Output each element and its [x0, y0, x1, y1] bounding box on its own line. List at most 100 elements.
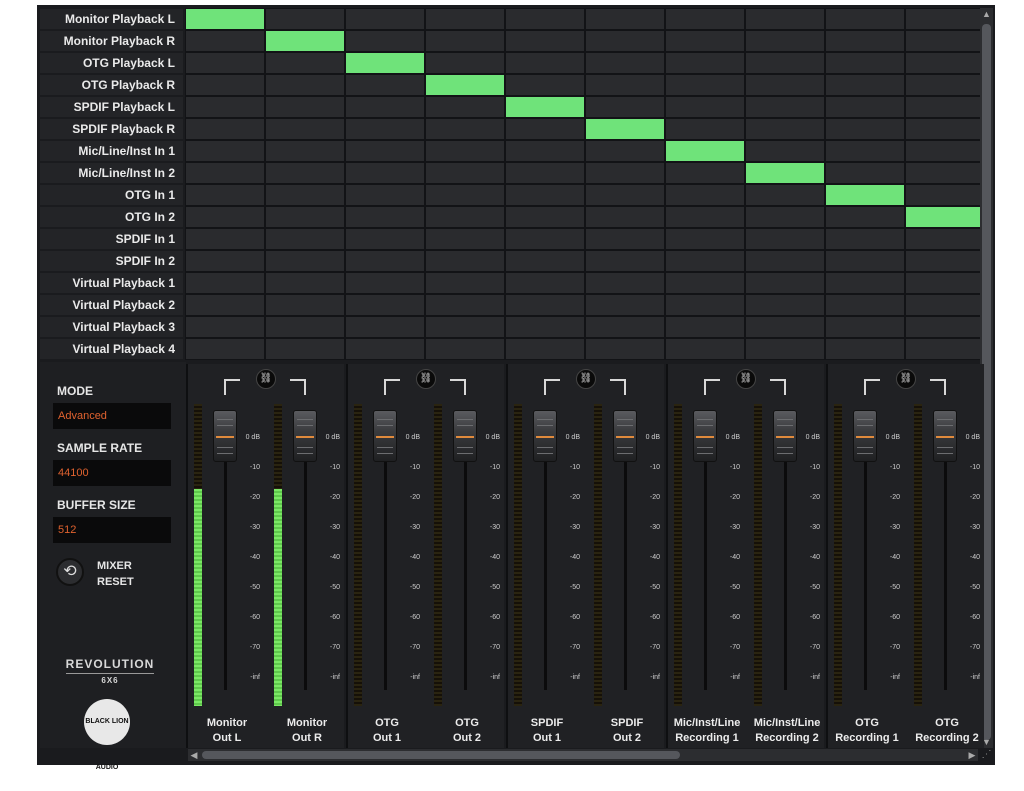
routing-cell[interactable]: [506, 9, 584, 29]
routing-cell[interactable]: [266, 97, 344, 117]
link-icon[interactable]: ⛓: [896, 369, 916, 389]
link-icon[interactable]: ⛓: [576, 369, 596, 389]
routing-cell[interactable]: [506, 273, 584, 293]
routing-cell[interactable]: [666, 295, 744, 315]
routing-cell[interactable]: [186, 339, 264, 359]
routing-cell[interactable]: [586, 141, 664, 161]
routing-cell[interactable]: [346, 9, 424, 29]
resize-grip-icon[interactable]: ⋰: [980, 749, 993, 761]
routing-cell[interactable]: [906, 251, 984, 271]
routing-cell[interactable]: [746, 53, 824, 73]
fader-knob[interactable]: [453, 410, 477, 462]
routing-cell[interactable]: [346, 31, 424, 51]
routing-cell[interactable]: [506, 119, 584, 139]
routing-cell[interactable]: [906, 53, 984, 73]
routing-cell[interactable]: [426, 9, 504, 29]
routing-cell[interactable]: [346, 317, 424, 337]
routing-cell[interactable]: [666, 251, 744, 271]
routing-cell[interactable]: [586, 207, 664, 227]
routing-cell[interactable]: [666, 339, 744, 359]
fader-knob[interactable]: [373, 410, 397, 462]
routing-cell[interactable]: [666, 97, 744, 117]
routing-cell[interactable]: [746, 141, 824, 161]
scroll-right-icon[interactable]: ▶: [966, 749, 978, 761]
routing-cell[interactable]: [426, 251, 504, 271]
routing-cell[interactable]: [666, 31, 744, 51]
sample-rate-select[interactable]: 44100: [53, 460, 171, 486]
routing-cell[interactable]: [586, 97, 664, 117]
routing-cell[interactable]: [346, 251, 424, 271]
routing-cell[interactable]: [186, 97, 264, 117]
routing-cell[interactable]: [186, 31, 264, 51]
routing-cell[interactable]: [586, 75, 664, 95]
routing-cell[interactable]: [506, 97, 584, 117]
routing-cell[interactable]: [346, 141, 424, 161]
mixer-reset-button[interactable]: ⟲: [56, 558, 84, 586]
routing-cell[interactable]: [186, 119, 264, 139]
routing-cell[interactable]: [186, 141, 264, 161]
routing-cell[interactable]: [266, 141, 344, 161]
routing-cell[interactable]: [506, 163, 584, 183]
routing-cell[interactable]: [426, 163, 504, 183]
routing-cell[interactable]: [746, 207, 824, 227]
routing-cell[interactable]: [506, 53, 584, 73]
routing-cell[interactable]: [426, 207, 504, 227]
routing-cell[interactable]: [826, 339, 904, 359]
routing-cell[interactable]: [186, 53, 264, 73]
fader-knob[interactable]: [933, 410, 957, 462]
routing-cell[interactable]: [266, 273, 344, 293]
routing-cell[interactable]: [266, 163, 344, 183]
routing-cell[interactable]: [426, 295, 504, 315]
routing-cell[interactable]: [346, 273, 424, 293]
routing-cell[interactable]: [506, 317, 584, 337]
routing-cell[interactable]: [586, 119, 664, 139]
fader-knob[interactable]: [213, 410, 237, 462]
routing-cell[interactable]: [906, 119, 984, 139]
fader-knob[interactable]: [293, 410, 317, 462]
routing-cell[interactable]: [426, 31, 504, 51]
routing-cell[interactable]: [586, 273, 664, 293]
routing-cell[interactable]: [346, 119, 424, 139]
routing-cell[interactable]: [266, 317, 344, 337]
routing-cell[interactable]: [906, 141, 984, 161]
routing-cell[interactable]: [826, 317, 904, 337]
routing-cell[interactable]: [666, 119, 744, 139]
routing-cell[interactable]: [186, 163, 264, 183]
routing-cell[interactable]: [826, 163, 904, 183]
routing-cell[interactable]: [746, 229, 824, 249]
routing-cell[interactable]: [906, 75, 984, 95]
scroll-up-icon[interactable]: ▲: [980, 8, 993, 20]
fader-knob[interactable]: [533, 410, 557, 462]
routing-cell[interactable]: [506, 295, 584, 315]
routing-cell[interactable]: [426, 185, 504, 205]
link-icon[interactable]: ⛓: [736, 369, 756, 389]
routing-cell[interactable]: [426, 339, 504, 359]
routing-cell[interactable]: [586, 295, 664, 315]
routing-cell[interactable]: [586, 317, 664, 337]
routing-cell[interactable]: [666, 229, 744, 249]
routing-cell[interactable]: [426, 317, 504, 337]
routing-cell[interactable]: [186, 317, 264, 337]
routing-cell[interactable]: [266, 251, 344, 271]
routing-cell[interactable]: [826, 273, 904, 293]
routing-cell[interactable]: [266, 207, 344, 227]
routing-cell[interactable]: [186, 185, 264, 205]
routing-cell[interactable]: [906, 207, 984, 227]
routing-cell[interactable]: [346, 339, 424, 359]
routing-cell[interactable]: [666, 273, 744, 293]
routing-cell[interactable]: [346, 163, 424, 183]
routing-cell[interactable]: [746, 31, 824, 51]
routing-cell[interactable]: [746, 163, 824, 183]
routing-cell[interactable]: [186, 75, 264, 95]
routing-cell[interactable]: [746, 185, 824, 205]
routing-cell[interactable]: [746, 339, 824, 359]
routing-cell[interactable]: [586, 251, 664, 271]
routing-cell[interactable]: [346, 185, 424, 205]
routing-cell[interactable]: [906, 295, 984, 315]
mode-select[interactable]: Advanced: [53, 403, 171, 429]
fader-knob[interactable]: [693, 410, 717, 462]
routing-cell[interactable]: [666, 163, 744, 183]
routing-cell[interactable]: [506, 141, 584, 161]
routing-cell[interactable]: [506, 251, 584, 271]
routing-cell[interactable]: [666, 141, 744, 161]
